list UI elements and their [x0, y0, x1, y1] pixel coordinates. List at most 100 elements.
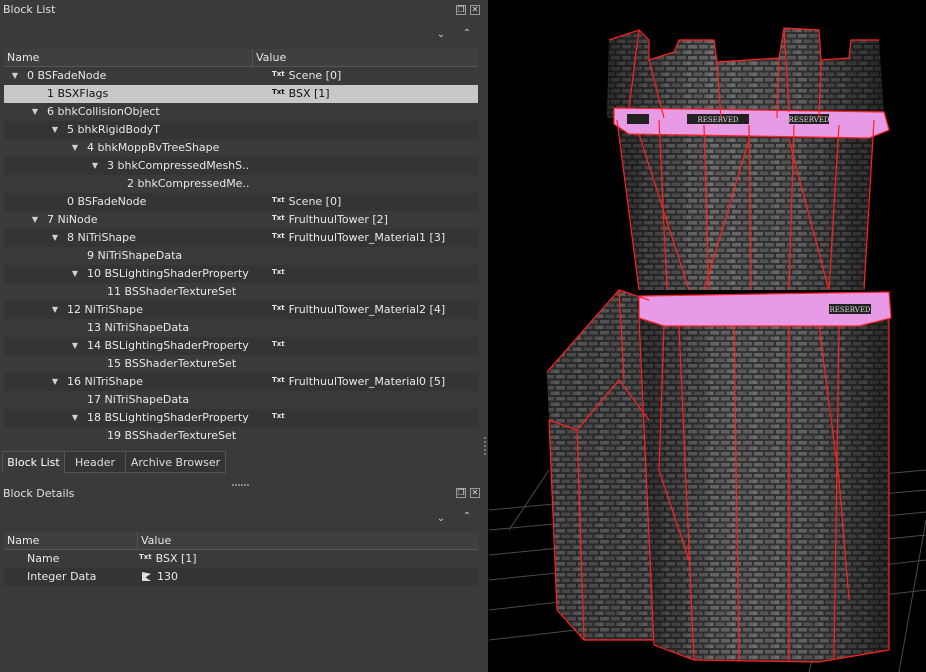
tree-row[interactable]: 9 NiTriShapeData [4, 247, 478, 265]
vertical-splitter-handle[interactable] [482, 435, 488, 459]
close-icon[interactable]: ✕ [470, 488, 480, 498]
detail-row[interactable]: Integer Data 130 [4, 568, 478, 586]
expand-arrow-icon[interactable]: ▼ [50, 121, 60, 139]
tree-row-value[interactable]: Txt Scene [0] [272, 193, 341, 211]
tree-row-name: 5 bhkRigidBodyT [67, 123, 161, 136]
tree-row-name: 6 bhkCollisionObject [47, 105, 160, 118]
tree-row[interactable]: 13 NiTriShapeData [4, 319, 478, 337]
tree-row[interactable]: 0 BSFadeNode Txt Scene [0] [4, 193, 478, 211]
tree-row-value-text: FrulthuulTower_Material1 [3] [288, 231, 446, 244]
tree-row[interactable]: ▼ 7 NiNode Txt FrulthuulTower [2] [4, 211, 478, 229]
txt-icon: Txt [272, 70, 285, 78]
expand-arrow-icon[interactable]: ▼ [50, 301, 60, 319]
tree-row[interactable]: ▼ 12 NiTriShape Txt FrulthuulTower_Material… [4, 301, 478, 319]
tab-block-list[interactable]: Block List [2, 451, 65, 473]
tree-row[interactable]: 17 NiTriShapeData [4, 391, 478, 409]
tab-archive-browser[interactable]: Archive Browser [125, 451, 226, 473]
expand-arrow-icon[interactable]: ▼ [90, 157, 100, 175]
tower-model-render: RESERVED RESERVED RESERVED [489, 27, 926, 672]
tree-row-value-text: Scene [0] [288, 195, 342, 208]
expand-arrow-icon[interactable]: ▼ [30, 103, 40, 121]
tree-row-name: 19 BSShaderTextureSet [107, 429, 237, 442]
detail-value[interactable]: BSX [1] [156, 552, 197, 565]
tree-row[interactable]: ▼ 4 bhkMoppBvTreeShape [4, 139, 478, 157]
banner-label: RESERVED [697, 116, 738, 124]
tree-row-value[interactable]: Txt FrulthuulTower_Material0 [5] [272, 373, 445, 391]
tree-row-value-text: FrulthuulTower_Material0 [5] [288, 375, 446, 388]
expand-arrow-icon[interactable]: ▼ [70, 409, 80, 427]
tree-row-value[interactable]: Txt [272, 409, 289, 427]
tree-row-value-text: FrulthuulTower_Material2 [4] [288, 303, 446, 316]
chevron-up-icon[interactable]: ⌃ [462, 29, 472, 39]
splitter-handle[interactable] [232, 476, 252, 486]
tree-row[interactable]: 15 BSShaderTextureSet [4, 355, 478, 373]
tree-row-name: 14 BSLightingShaderProperty [87, 339, 249, 352]
close-icon[interactable]: ✕ [470, 5, 480, 15]
tree-row-value[interactable]: Txt [272, 337, 289, 355]
tree-row-name: 2 bhkCompressedMe... [127, 177, 249, 190]
tree-row[interactable]: ▼ 3 bhkCompressedMeshS... [4, 157, 478, 175]
txt-icon: Txt [272, 268, 285, 276]
left-dock-panel: Block List ❐ ✕ ⌄ ⌃ Name Value ▼ 0 BSFadeN… [0, 0, 488, 672]
expand-arrow-icon[interactable]: ▼ [70, 337, 80, 355]
txt-icon: Txt [272, 376, 285, 384]
tab-header[interactable]: Header [64, 451, 126, 473]
float-icon[interactable]: ❐ [456, 5, 466, 15]
txt-icon: Txt [139, 553, 152, 561]
tree-row[interactable]: ▼ 5 bhkRigidBodyT [4, 121, 478, 139]
tree-row-value[interactable]: Txt FrulthuulTower_Material2 [4] [272, 301, 445, 319]
chevron-up-icon[interactable]: ⌃ [462, 512, 472, 522]
tree-row-name: 13 NiTriShapeData [87, 321, 190, 334]
expand-arrow-icon[interactable]: ▼ [50, 229, 60, 247]
tree-row-value[interactable]: Txt Scene [0] [272, 67, 341, 85]
tree-row[interactable]: ▼ 0 BSFadeNode Txt Scene [0] [4, 67, 478, 85]
tree-row-value[interactable]: Txt [272, 265, 289, 283]
tree-row[interactable]: ▼ 6 bhkCollisionObject [4, 103, 478, 121]
tree-row[interactable]: ▼ 18 BSLightingShaderProperty Txt [4, 409, 478, 427]
tree-row-name: 0 BSFadeNode [27, 69, 107, 82]
tree-row[interactable]: 1 BSXFlags Txt BSX [1] [4, 85, 478, 103]
tree-row-value[interactable]: Txt FrulthuulTower [2] [272, 211, 388, 229]
float-icon[interactable]: ❐ [456, 488, 466, 498]
tree-row-value-text: Scene [0] [288, 69, 342, 82]
detail-name: Name [27, 552, 60, 565]
render-viewport[interactable]: RESERVED RESERVED RESERVED [489, 0, 926, 672]
tree-row-name: 15 BSShaderTextureSet [107, 357, 237, 370]
tree-row-value[interactable]: Txt BSX [1] [272, 85, 330, 103]
banner-label: RESERVED [788, 116, 829, 124]
tree-row-value-text: BSX [1] [288, 87, 330, 100]
block-details-table: Name Value Name Txt BSX [1] Integer Data … [4, 532, 478, 592]
txt-icon: Txt [272, 88, 285, 96]
tree-row-name: 3 bhkCompressedMeshS... [107, 159, 249, 172]
tree-row-value[interactable]: Txt FrulthuulTower_Material1 [3] [272, 229, 445, 247]
tree-row-name: 17 NiTriShapeData [87, 393, 190, 406]
block-details-title: Block Details [3, 487, 75, 500]
tree-row-name: 1 BSXFlags [47, 87, 109, 100]
txt-icon: Txt [272, 214, 285, 222]
expand-arrow-icon[interactable]: ▼ [50, 373, 60, 391]
detail-row[interactable]: Name Txt BSX [1] [4, 550, 478, 568]
value-column-header[interactable]: Value [141, 533, 171, 548]
name-column-header[interactable]: Name [7, 50, 39, 65]
value-column-header[interactable]: Value [256, 50, 286, 65]
expand-arrow-icon[interactable]: ▼ [10, 67, 20, 85]
detail-value[interactable]: 130 [157, 570, 178, 583]
txt-icon: Txt [272, 232, 285, 240]
tree-row[interactable]: ▼ 8 NiTriShape Txt FrulthuulTower_Material1… [4, 229, 478, 247]
name-column-header[interactable]: Name [7, 533, 39, 548]
tree-row[interactable]: 11 BSShaderTextureSet [4, 283, 478, 301]
tree-row-name: 9 NiTriShapeData [87, 249, 183, 262]
tree-row[interactable]: 19 BSShaderTextureSet [4, 427, 478, 445]
txt-icon: Txt [272, 412, 285, 420]
expand-arrow-icon[interactable]: ▼ [70, 139, 80, 157]
tree-row[interactable]: 2 bhkCompressedMe... [4, 175, 478, 193]
chevron-down-icon[interactable]: ⌄ [436, 30, 446, 40]
expand-arrow-icon[interactable]: ▼ [30, 211, 40, 229]
expand-arrow-icon[interactable]: ▼ [70, 265, 80, 283]
tree-row[interactable]: ▼ 10 BSLightingShaderProperty Txt [4, 265, 478, 283]
banner-label: RESERVED [829, 306, 870, 314]
detail-name: Integer Data [27, 570, 97, 583]
tree-row[interactable]: ▼ 16 NiTriShape Txt FrulthuulTower_Material… [4, 373, 478, 391]
tree-row[interactable]: ▼ 14 BSLightingShaderProperty Txt [4, 337, 478, 355]
chevron-down-icon[interactable]: ⌄ [436, 514, 446, 524]
